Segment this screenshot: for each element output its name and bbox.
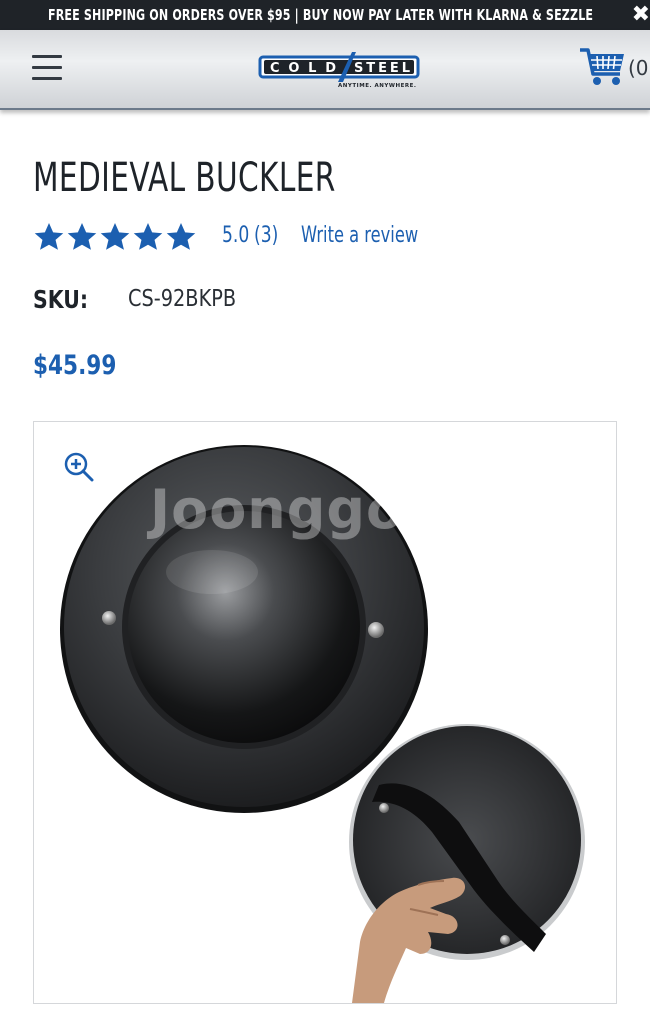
sku-label: SKU: [33, 285, 89, 314]
zoom-in-icon[interactable] [64, 452, 94, 482]
cart-count[interactable]: (0) [628, 56, 650, 80]
star-icon [166, 223, 196, 250]
sku-value: CS-92BKPB [128, 286, 237, 312]
review-count[interactable]: (3) [254, 223, 278, 248]
star-icon [133, 223, 163, 250]
cold-steel-logo[interactable]: COLD STEEL ANYTIME. ANYWHERE. [258, 48, 422, 90]
promo-banner: FREE SHIPPING ON ORDERS OVER $95 | BUY N… [0, 0, 650, 30]
shopping-cart-icon[interactable] [578, 44, 628, 90]
write-review-link[interactable]: Write a review [301, 223, 418, 248]
rating-stars[interactable] [33, 221, 197, 253]
promo-text: FREE SHIPPING ON ORDERS OVER $95 | BUY N… [48, 6, 594, 24]
product-price: $45.99 [33, 350, 117, 381]
svg-text:ANYTIME. ANYWHERE.: ANYTIME. ANYWHERE. [338, 83, 416, 89]
product-image-gallery[interactable]: Joonggo [33, 421, 617, 1004]
star-icon [34, 223, 64, 250]
star-icon [100, 223, 130, 250]
watermark: Joonggo [150, 478, 405, 541]
hamburger-menu-icon[interactable] [32, 55, 62, 81]
rating-value: 5.0 [222, 223, 250, 248]
star-icon [67, 223, 97, 250]
close-icon[interactable]: ✖ [630, 4, 650, 26]
product-title: MEDIEVAL BUCKLER [33, 155, 336, 201]
site-header: COLD STEEL ANYTIME. ANYWHERE. (0) [0, 30, 650, 110]
svg-text:STEEL: STEEL [354, 61, 410, 76]
